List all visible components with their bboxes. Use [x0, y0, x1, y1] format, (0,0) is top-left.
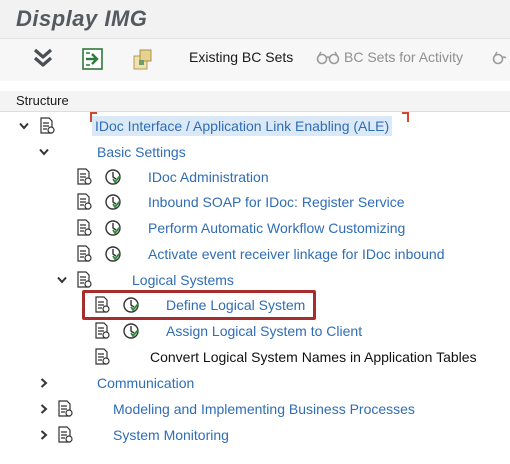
structure-label: Structure [16, 93, 69, 108]
toolbar: Existing BC Sets BC Sets for Activity [0, 39, 510, 81]
selection-bracket [402, 112, 409, 122]
tree-node-root: IDoc Interface / Application Link Enabli… [0, 112, 510, 137]
img-document-icon[interactable] [38, 117, 56, 135]
execute-clock-icon[interactable] [104, 219, 122, 237]
execute-clock-icon[interactable] [122, 322, 140, 340]
tree-node-basic-settings: Basic Settings [0, 141, 510, 163]
bc-sets-for-activity-button[interactable]: BC Sets for Activity [344, 49, 463, 65]
tree-node-logical-systems: Logical Systems [0, 269, 510, 291]
tree-node-logical-systems-label[interactable]: Logical Systems [132, 272, 234, 288]
execute-clock-icon[interactable] [104, 168, 122, 186]
tree-item-label[interactable]: IDoc Administration [148, 169, 269, 185]
img-document-icon[interactable] [75, 168, 93, 186]
tree-item-label[interactable]: Inbound SOAP for IDoc: Register Service [148, 194, 405, 210]
tree-node-modeling-label[interactable]: Modeling and Implementing Business Proce… [113, 401, 415, 417]
chevron-down-icon[interactable] [56, 274, 68, 286]
img-document-icon[interactable] [75, 219, 93, 237]
tree-item: Assign Logical System to Client [0, 320, 510, 342]
title-bar: Display IMG [0, 0, 510, 39]
window-title: Display IMG [16, 6, 148, 31]
img-document-icon[interactable] [75, 193, 93, 211]
execute-clock-icon[interactable] [104, 245, 122, 263]
tree-item-label[interactable]: Assign Logical System to Client [166, 323, 362, 339]
chevron-down-icon[interactable] [38, 146, 50, 158]
tree-node-system-monitoring: System Monitoring [0, 424, 510, 446]
img-document-icon[interactable] [93, 322, 111, 340]
tree-node-root-label[interactable]: IDoc Interface / Application Link Enabli… [92, 116, 393, 136]
img-document-icon[interactable] [75, 245, 93, 263]
tree-node-basic-settings-label[interactable]: Basic Settings [97, 144, 186, 160]
tree-item-label[interactable]: Perform Automatic Workflow Customizing [148, 220, 405, 236]
tree-item: Convert Logical System Names in Applicat… [0, 346, 510, 368]
img-document-icon[interactable] [56, 400, 74, 418]
structure-header: Structure [0, 91, 510, 112]
chevron-down-icon[interactable] [18, 120, 30, 132]
execute-clock-icon[interactable] [104, 193, 122, 211]
chevron-right-icon[interactable] [38, 403, 50, 415]
tree-node-system-monitoring-label[interactable]: System Monitoring [113, 427, 229, 443]
tree-item: Activate event receiver linkage for IDoc… [0, 243, 510, 265]
tree-node-communication-label[interactable]: Communication [97, 375, 194, 391]
img-document-icon[interactable] [75, 271, 93, 289]
tree-item: Perform Automatic Workflow Customizing [0, 217, 510, 239]
tree-item: Inbound SOAP for IDoc: Register Service [0, 191, 510, 213]
bc-set-icon[interactable] [130, 47, 156, 71]
tree-node-modeling: Modeling and Implementing Business Proce… [0, 398, 510, 420]
glasses-icon [492, 51, 507, 65]
highlight-box [82, 290, 316, 320]
img-document-icon[interactable] [56, 426, 74, 444]
glasses-icon [316, 51, 340, 65]
chevron-right-icon[interactable] [38, 429, 50, 441]
chevron-right-icon[interactable] [38, 377, 50, 389]
img-document-icon[interactable] [93, 348, 111, 366]
double-chevron-down-icon[interactable] [30, 47, 56, 71]
tree-node-communication: Communication [0, 372, 510, 394]
tree-item-label[interactable]: Activate event receiver linkage for IDoc… [148, 246, 445, 262]
existing-bc-sets-button[interactable]: Existing BC Sets [189, 49, 293, 65]
execute-icon[interactable] [80, 47, 106, 71]
tree-item: IDoc Administration [0, 166, 510, 188]
tree-item-label[interactable]: Convert Logical System Names in Applicat… [150, 349, 477, 365]
